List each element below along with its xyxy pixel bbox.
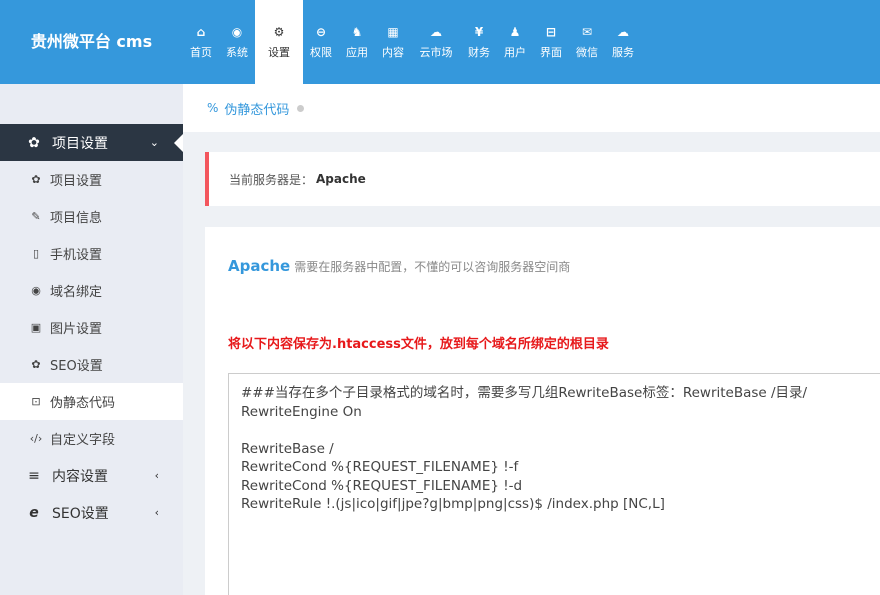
nav-label: 权限 xyxy=(310,45,332,59)
nav-item-settings[interactable]: ⚙ 设置 xyxy=(255,0,303,84)
grid-icon: ▦ xyxy=(387,24,399,39)
nav-item-permissions[interactable]: ⊖ 权限 xyxy=(303,0,339,84)
sidebar-item-label: 手机设置 xyxy=(50,248,103,263)
nav-item-wechat[interactable]: ✉ 微信 xyxy=(569,0,605,84)
sitemap-icon: ♞ xyxy=(351,24,363,39)
globe-icon: ◉ xyxy=(31,284,41,297)
sidebar-item-domain-binding[interactable]: ◉ 域名绑定 xyxy=(0,272,183,309)
sidebar-item-label: SEO设置 xyxy=(50,359,103,374)
sidebar-item-label: 伪静态代码 xyxy=(50,396,116,411)
user-circle-icon: ⊖ xyxy=(315,24,327,39)
nav-label: 用户 xyxy=(504,45,526,59)
ie-icon: e xyxy=(29,504,39,521)
nav-item-system[interactable]: ◉ 系统 xyxy=(219,0,255,84)
server-notice: 当前服务器是： Apache xyxy=(205,152,880,206)
notice-prefix: 当前服务器是： xyxy=(229,172,314,187)
sidebar: ✿ 项目设置 ⌄ ✿ 项目设置 ✎ 项目信息 ▯ 手机设置 ◉ 域名绑定 ▣ 图片设置 ✿… xyxy=(0,84,183,595)
link-icon: % xyxy=(207,101,219,115)
home-icon: ⌂ xyxy=(196,24,206,39)
sidebar-item-label: 自定义字段 xyxy=(50,433,116,448)
mobile-icon: ▯ xyxy=(32,247,40,260)
code-icon: ‹/› xyxy=(29,432,43,445)
wechat-icon: ✉ xyxy=(581,24,593,39)
sidebar-item-rewrite-code[interactable]: ⊡ 伪静态代码 xyxy=(0,383,183,420)
panel-title-server: Apache xyxy=(228,257,291,275)
sidebar-item-label: 项目设置 xyxy=(50,174,103,189)
nav-item-service[interactable]: ☁ 服务 xyxy=(605,0,641,84)
nav-item-users[interactable]: ♟ 用户 xyxy=(497,0,533,84)
gear-icon: ✿ xyxy=(28,134,40,151)
sidebar-item-mobile-settings[interactable]: ▯ 手机设置 xyxy=(0,235,183,272)
nav-label: 云市场 xyxy=(419,45,453,59)
sidebar-item-label: 图片设置 xyxy=(50,322,103,337)
cloud-service-icon: ☁ xyxy=(617,24,629,39)
sidebar-item-label: 域名绑定 xyxy=(50,285,103,300)
rewrite-panel: Apache 需要在服务器中配置，不懂的可以咨询服务器空间商 将以下内容保存为.h… xyxy=(205,227,880,595)
edit-icon: ✎ xyxy=(31,210,41,223)
nav-label: 微信 xyxy=(576,45,598,59)
nav-label: 财务 xyxy=(468,45,490,59)
html5-icon: ⊟ xyxy=(545,24,557,39)
nav-label: 设置 xyxy=(268,45,290,59)
sidebar-group-label: 项目设置 xyxy=(52,135,108,152)
server-name: Apache xyxy=(316,172,366,186)
main-nav: ⌂ 首页 ◉ 系统 ⚙ 设置 ⊖ 权限 ♞ 应用 ▦ 内容 ☁ 云市场 ¥ 财务 ♟ 用户 ⊟ 界面… xyxy=(183,0,641,84)
nav-item-finance[interactable]: ¥ 财务 xyxy=(461,0,497,84)
sidebar-item-label: 项目信息 xyxy=(50,211,103,226)
chevron-left-icon: ‹ xyxy=(154,469,159,482)
cloud-icon: ☁ xyxy=(430,24,442,39)
nav-label: 首页 xyxy=(190,45,212,59)
top-navbar: 贵州微平台 cms ⌂ 首页 ◉ 系统 ⚙ 设置 ⊖ 权限 ♞ 应用 ▦ 内容 ☁ 云市场 ¥… xyxy=(0,0,880,84)
panel-subtitle: 需要在服务器中配置，不懂的可以咨询服务器空间商 xyxy=(294,260,571,274)
nav-label: 界面 xyxy=(540,45,562,59)
breadcrumb-label[interactable]: 伪静态代码 xyxy=(224,99,289,118)
gear-icon: ✿ xyxy=(31,173,41,186)
sidebar-group-seo-settings[interactable]: e SEO设置 ‹ xyxy=(0,494,183,531)
sidebar-group-project-settings[interactable]: ✿ 项目设置 ⌄ xyxy=(0,124,183,161)
nav-item-interface[interactable]: ⊟ 界面 xyxy=(533,0,569,84)
htaccess-warning: 将以下内容保存为.htaccess文件，放到每个域名所绑定的根目录 xyxy=(228,337,609,352)
nav-item-content[interactable]: ▦ 内容 xyxy=(375,0,411,84)
yen-icon: ¥ xyxy=(474,24,484,39)
sidebar-item-project-settings[interactable]: ✿ 项目设置 xyxy=(0,161,183,198)
sidebar-item-seo-settings[interactable]: ✿ SEO设置 xyxy=(0,346,183,383)
gears-icon: ⚙ xyxy=(273,24,285,39)
globe-icon: ◉ xyxy=(231,24,243,39)
user-icon: ♟ xyxy=(509,24,521,39)
chevron-down-icon: ⌄ xyxy=(149,136,159,149)
nav-label: 内容 xyxy=(382,45,404,59)
bars-icon: ≡ xyxy=(28,467,40,484)
sidebar-group-label: 内容设置 xyxy=(52,468,108,485)
sidebar-group-content-settings[interactable]: ≡ 内容设置 ‹ xyxy=(0,457,183,494)
dot-icon xyxy=(297,104,305,112)
brand-logo[interactable]: 贵州微平台 cms xyxy=(0,0,183,84)
nav-label: 应用 xyxy=(346,45,368,59)
nav-item-home[interactable]: ⌂ 首页 xyxy=(183,0,219,84)
sidebar-item-image-settings[interactable]: ▣ 图片设置 xyxy=(0,309,183,346)
nav-item-cloud-market[interactable]: ☁ 云市场 xyxy=(411,0,461,84)
nav-label: 系统 xyxy=(226,45,248,59)
sidebar-item-custom-fields[interactable]: ‹/› 自定义字段 xyxy=(0,420,183,457)
nav-label: 服务 xyxy=(612,45,634,59)
nav-item-apps[interactable]: ♞ 应用 xyxy=(339,0,375,84)
code-box-icon: ⊡ xyxy=(31,395,41,408)
breadcrumb: % 伪静态代码 xyxy=(183,84,880,132)
chevron-left-icon: ‹ xyxy=(154,506,159,519)
image-icon: ▣ xyxy=(30,321,42,334)
sidebar-group-label: SEO设置 xyxy=(52,505,109,522)
panel-title: Apache 需要在服务器中配置，不懂的可以咨询服务器空间商 xyxy=(228,257,570,275)
sidebar-item-project-info[interactable]: ✎ 项目信息 xyxy=(0,198,183,235)
gear-icon: ✿ xyxy=(31,358,41,371)
rewrite-code-textarea[interactable]: ###当存在多个子目录格式的域名时，需要多写几组RewriteBase标签：Re… xyxy=(228,373,880,595)
